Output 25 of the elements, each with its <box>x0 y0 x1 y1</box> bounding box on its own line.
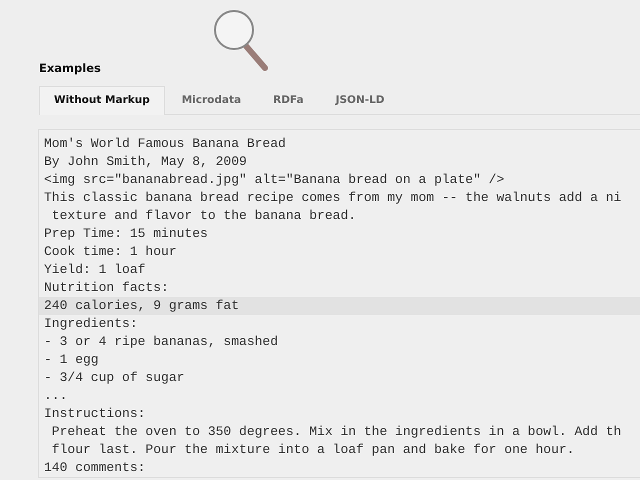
code-line: ... <box>44 387 68 405</box>
code-line: Prep Time: 15 minutes <box>44 225 208 243</box>
code-line: flour last. Pour the mixture into a loaf pan and bake for one hour. <box>50 441 574 459</box>
code-line: Yield: 1 loaf <box>44 261 146 279</box>
code-line: Ingredients: <box>44 315 138 333</box>
tab[interactable]: JSON-LD <box>320 86 400 114</box>
magnifier-icon <box>212 10 270 72</box>
code-line: This classic banana bread recipe comes from my mom -- the walnuts add a ni <box>44 189 622 207</box>
code-line: Preheat the oven to 350 degrees. Mix in the ingredients in a bowl. Add th <box>50 423 622 441</box>
code-line: Nutrition facts: <box>44 279 169 297</box>
code-line: - 3/4 cup of sugar <box>44 369 184 387</box>
code-line: Cook time: 1 hour <box>44 243 177 261</box>
tab[interactable]: Microdata <box>166 86 256 114</box>
code-line: <img src="bananabread.jpg" alt="Banana bread on a plate" /> <box>44 171 504 189</box>
code-line: Instructions: <box>44 405 146 423</box>
tab[interactable]: Without Markup <box>39 86 165 115</box>
section-heading: Examples <box>39 60 102 77</box>
code-line: 140 comments: <box>44 459 146 477</box>
code-line: Mom's World Famous Banana Bread <box>44 135 286 153</box>
tab[interactable]: RDFa <box>258 86 319 114</box>
code-line: - 1 egg <box>44 351 99 369</box>
code-line: texture and flavor to the banana bread. <box>50 207 356 225</box>
code-line: - 3 or 4 ripe bananas, smashed <box>44 333 278 351</box>
code-line: By John Smith, May 8, 2009 <box>44 153 247 171</box>
code-line: 240 calories, 9 grams fat <box>44 297 240 315</box>
